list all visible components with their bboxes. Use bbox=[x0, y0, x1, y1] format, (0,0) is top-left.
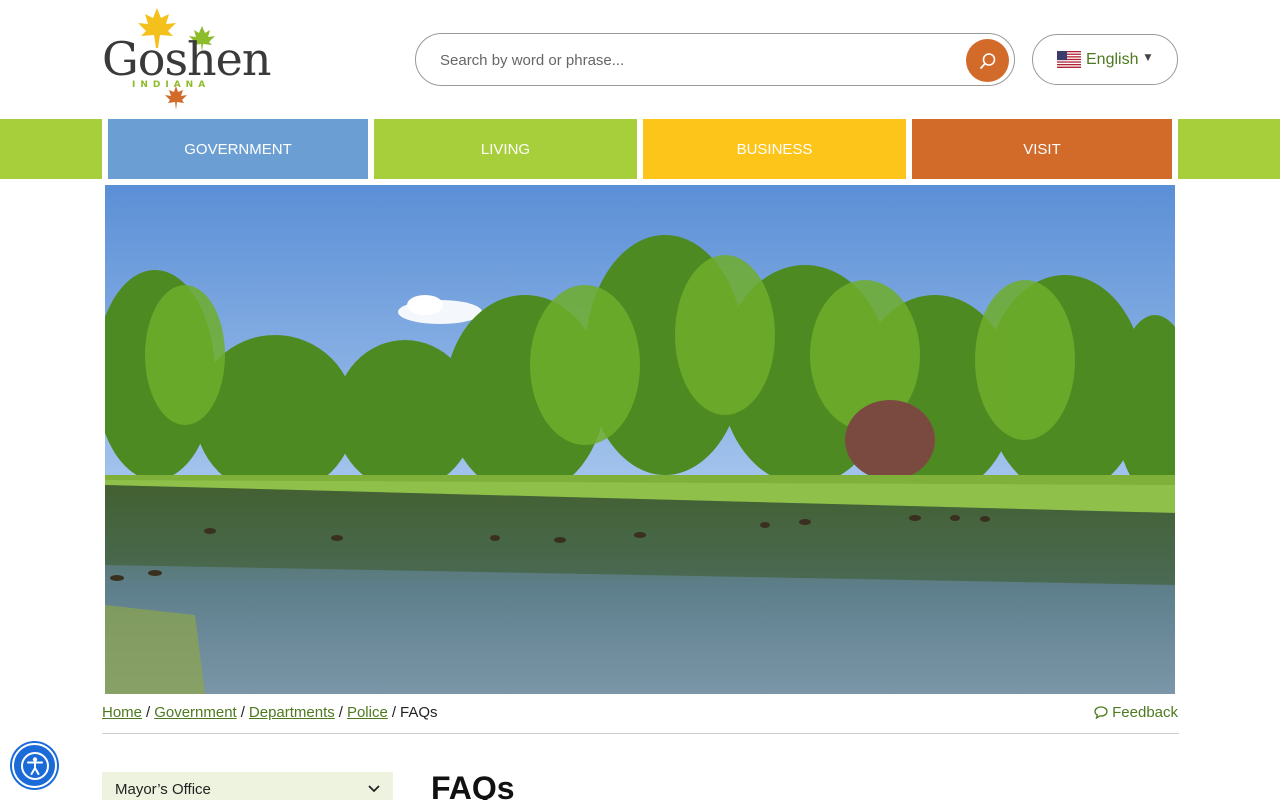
divider bbox=[102, 733, 1179, 734]
nav-edge-left bbox=[0, 119, 102, 179]
breadcrumb: Home / Government / Departments / Police / FAQs bbox=[102, 704, 438, 721]
nav-item-business[interactable]: Business bbox=[643, 119, 906, 179]
logo-wordmark: Goshen bbox=[102, 32, 272, 86]
search-button[interactable] bbox=[966, 39, 1009, 82]
page-title: FAQs bbox=[431, 770, 515, 800]
us-flag-icon bbox=[1057, 51, 1081, 68]
breadcrumb-home[interactable]: Home bbox=[102, 704, 142, 721]
language-selector[interactable]: English ▼ bbox=[1032, 34, 1178, 85]
search-input[interactable] bbox=[440, 49, 960, 71]
feedback-link[interactable]: Feedback bbox=[1094, 704, 1178, 721]
sidebar-menu-mayors-office[interactable]: Mayor’s Office bbox=[102, 772, 393, 800]
breadcrumb-separator: / bbox=[391, 704, 396, 721]
main-navigation: Government Living Business Visit bbox=[0, 119, 1280, 179]
breadcrumb-government[interactable]: Government bbox=[154, 704, 237, 721]
site-header: Goshen INDIANA English ▼ bbox=[0, 0, 1280, 119]
accessibility-button[interactable] bbox=[12, 743, 57, 788]
feedback-label: Feedback bbox=[1112, 704, 1178, 721]
breadcrumb-departments[interactable]: Departments bbox=[249, 704, 335, 721]
search-bar bbox=[415, 33, 1015, 86]
accessibility-icon bbox=[20, 751, 49, 780]
orange-leaf-icon bbox=[165, 86, 187, 110]
language-label: English bbox=[1086, 50, 1139, 68]
sidebar-menu-label: Mayor’s Office bbox=[115, 781, 211, 798]
caret-down-icon: ▼ bbox=[1144, 52, 1152, 63]
nav-item-government[interactable]: Government bbox=[108, 119, 368, 179]
nav-edge-right bbox=[1178, 119, 1280, 179]
breadcrumb-current: FAQs bbox=[399, 704, 438, 721]
speech-bubble-icon bbox=[1094, 706, 1108, 719]
breadcrumb-separator: / bbox=[338, 704, 343, 721]
breadcrumb-separator: / bbox=[240, 704, 245, 721]
breadcrumb-police[interactable]: Police bbox=[347, 704, 388, 721]
hero-park-photo bbox=[105, 185, 1175, 694]
nav-item-visit[interactable]: Visit bbox=[912, 119, 1172, 179]
chevron-down-icon[interactable] bbox=[367, 781, 381, 795]
nav-item-living[interactable]: Living bbox=[374, 119, 637, 179]
goshen-logo[interactable]: Goshen INDIANA bbox=[100, 8, 272, 112]
search-icon bbox=[979, 52, 995, 69]
breadcrumb-separator: / bbox=[146, 704, 151, 721]
